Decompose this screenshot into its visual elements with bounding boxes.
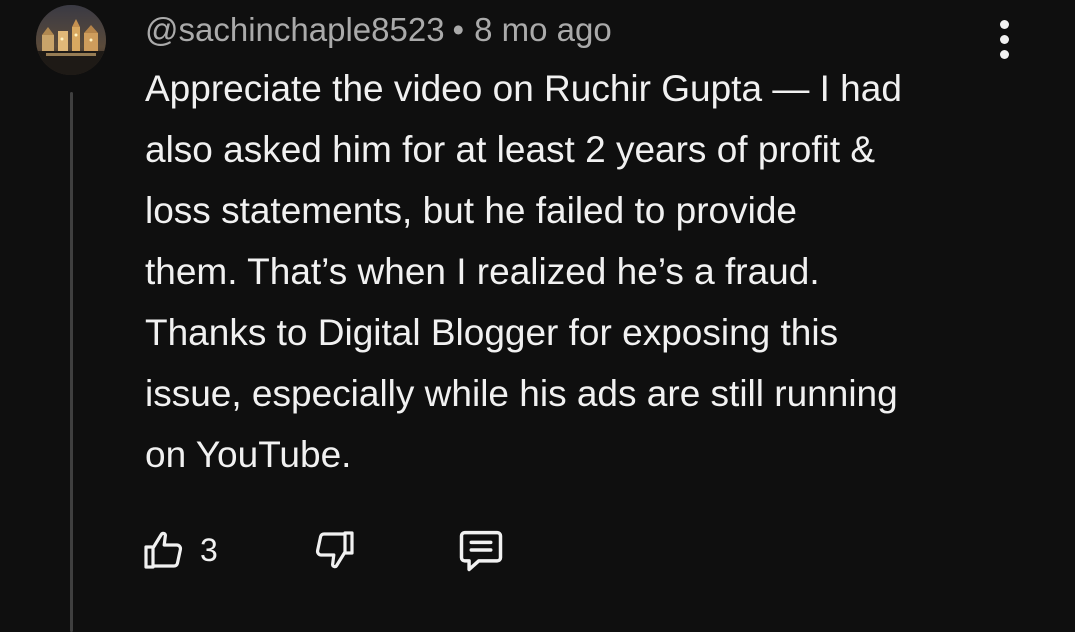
thumb-up-outline-icon xyxy=(144,531,183,569)
comment-text: Appreciate the video on Ruchir Gupta — I… xyxy=(145,58,1025,485)
comment-timestamp: 8 mo ago xyxy=(474,11,612,48)
thumb-down-outline-icon xyxy=(315,531,354,569)
comment-text-line: issue, especially while his ads are stil… xyxy=(145,373,898,414)
avatar-image xyxy=(36,5,106,75)
comment-text-line: loss statements, but he failed to provid… xyxy=(145,190,797,231)
like-button[interactable]: 3 xyxy=(140,520,218,580)
comment-text-line: them. That’s when I realized he’s a frau… xyxy=(145,251,820,292)
comment-header: @sachinchaple8523 • 8 mo ago xyxy=(145,8,612,52)
dislike-button[interactable] xyxy=(310,520,358,580)
comment-reply-icon xyxy=(459,530,503,572)
comment-text-line: Thanks to Digital Blogger for exposing t… xyxy=(145,312,839,353)
reply-button[interactable] xyxy=(455,520,507,580)
separator-dot: • xyxy=(452,11,465,48)
comment-text-line: Appreciate the video on Ruchir Gupta — I… xyxy=(145,68,902,109)
more-vert-icon-dot xyxy=(999,34,1009,44)
like-count: 3 xyxy=(200,531,218,568)
more-vert-icon xyxy=(999,19,1009,29)
thread-line xyxy=(70,92,73,632)
comment-text-line: also asked him for at least 2 years of p… xyxy=(145,129,876,170)
author-handle[interactable]: @sachinchaple8523 xyxy=(145,11,445,48)
avatar[interactable] xyxy=(36,5,106,75)
comment-actions: 3 xyxy=(140,520,560,580)
comment-text-line: on YouTube. xyxy=(145,434,352,475)
more-options-button[interactable] xyxy=(982,14,1026,64)
